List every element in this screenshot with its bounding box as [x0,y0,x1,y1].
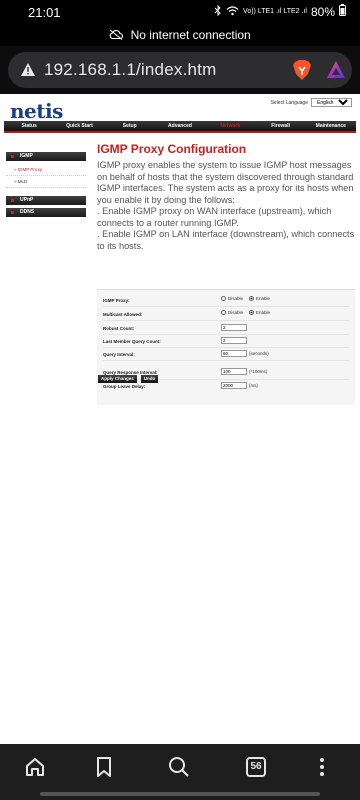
igmp-proxy-disable-radio[interactable] [221,296,226,301]
sidebar-header-igmp-label: IGMP [20,153,33,159]
sidebar-header-ddns[interactable]: DDNS [6,208,86,217]
multicast-enable-radio[interactable] [249,310,255,315]
row-divider [103,360,349,361]
description-item: . Enable IGMP proxy on WAN interface (up… [97,206,332,228]
tabs-button[interactable]: 56 [246,757,266,777]
sidebar-item-label: IGMP Proxy [17,167,42,172]
address-bar[interactable]: 192.168.1.1/index.htm [8,52,352,88]
row-divider [103,320,349,321]
igmp-proxy-enable-radio[interactable] [249,296,255,301]
query-interval-input[interactable] [221,350,247,357]
bullet-icon [11,155,14,158]
last-member-input[interactable] [221,337,247,344]
sidebar-header-igmp[interactable]: IGMP [6,152,86,161]
undo-button[interactable]: Undo [140,375,159,383]
group-leave-row: Group Leave Delay: (ms) [103,382,349,392]
nav-network[interactable]: Network [205,121,255,131]
group-leave-input[interactable] [221,382,247,389]
query-interval-row: Query Interval: (seconds) [103,350,349,360]
sidebar: IGMP » IGMP Proxy » MLD UPnP DDNS [6,152,86,220]
nav-maintenance[interactable]: Maintenance [306,121,356,131]
top-nav: Status Quick Start Setup Advanced Networ… [4,121,356,131]
last-member-row: Last Member Query Count: [103,337,349,347]
status-time: 21:01 [28,5,61,20]
wifi-icon [226,5,239,19]
nav-quick-start[interactable]: Quick Start [54,121,104,131]
nav-advanced[interactable]: Advanced [155,121,205,131]
connection-banner: No internet connection [0,24,360,46]
connection-banner-text: No internet connection [130,28,251,42]
sidebar-header-upnp[interactable]: UPnP [6,196,86,205]
nav-firewall[interactable]: Firewall [255,121,305,131]
brave-shields-icon[interactable] [292,59,312,86]
nav-status[interactable]: Status [4,121,54,131]
bullet-icon [11,199,14,202]
igmp-proxy-row: IGMP Proxy: Disable Enable [103,296,349,306]
robust-count-input[interactable] [221,324,247,331]
gesture-bar[interactable] [40,792,320,796]
igmp-proxy-label: IGMP Proxy: [103,298,130,303]
row-divider [103,334,349,335]
status-icons: Vo)) LTE1 .ıl LTE2 .ıl 80% [214,4,346,19]
apply-changes-button[interactable]: Apply Changes [98,375,137,383]
bluetooth-icon [214,4,222,19]
group-leave-label: Group Leave Delay: [103,384,146,389]
sidebar-item-label: MLD [17,179,28,184]
url-text[interactable]: 192.168.1.1/index.htm [44,60,216,80]
disable-label: Disable [228,296,244,301]
status-bar: 21:01 Vo)) LTE1 .ıl LTE2 .ıl 80% [0,0,360,24]
select-language-label: Select Language [270,99,308,106]
sidebar-header-ddns-label: DDNS [20,209,35,215]
brave-rewards-icon[interactable] [326,60,346,84]
enable-label: Enable [256,310,271,315]
bullet-icon [11,211,14,214]
netis-logo[interactable]: netis [10,99,63,123]
robust-count-label: Robust Count: [103,326,135,331]
page-title: IGMP Proxy Configuration [97,142,247,156]
language-select[interactable]: English [311,98,352,107]
bookmark-icon[interactable] [94,756,114,783]
cloud-off-icon [109,25,124,47]
query-response-input[interactable] [221,368,247,375]
more-options-icon[interactable] [318,756,326,783]
sidebar-item-igmp-proxy[interactable]: » IGMP Proxy [6,164,86,176]
search-icon[interactable] [168,756,190,783]
last-member-label: Last Member Query Count: [103,339,161,344]
browser-toolbar: 192.168.1.1/index.htm [0,46,360,94]
query-interval-unit: (seconds) [249,351,269,356]
main-content: IGMP Proxy Configuration IGMP proxy enab… [97,142,355,252]
nav-divider [4,131,356,133]
query-interval-label: Query Interval: [103,352,135,357]
description-paragraph: IGMP proxy enables the system to issue I… [97,160,354,205]
row-divider [103,347,349,348]
description: IGMP proxy enables the system to issue I… [97,160,355,252]
sidebar-item-mld[interactable]: » MLD [6,176,86,188]
router-page: netis Select Language English Status Qui… [0,94,360,744]
enable-label: Enable [256,296,271,301]
robust-count-row: Robust Count: [103,324,349,334]
multicast-disable-radio[interactable] [221,310,226,315]
group-leave-unit: (ms) [249,383,258,388]
network-signal: Vo)) LTE1 .ıl LTE2 .ıl [243,8,307,15]
multicast-label: Multicast Allowed: [103,312,143,317]
multicast-row: Multicast Allowed: Disable Enable [103,310,349,320]
battery-icon [339,4,346,19]
form-buttons: Apply Changes Undo [98,375,159,383]
language-selector: Select Language English [270,98,352,107]
description-item: . Enable IGMP on LAN interface (downstre… [97,229,355,251]
sidebar-header-upnp-label: UPnP [20,197,34,203]
row-divider [103,306,349,307]
home-icon[interactable] [24,756,46,783]
query-response-unit: (*100ms) [249,369,268,374]
nav-setup[interactable]: Setup [105,121,155,131]
battery-level: 80% [310,4,335,19]
disable-label: Disable [228,310,244,315]
warning-icon[interactable] [20,62,36,82]
settings-form: IGMP Proxy: Disable Enable Multicast All… [97,289,355,369]
